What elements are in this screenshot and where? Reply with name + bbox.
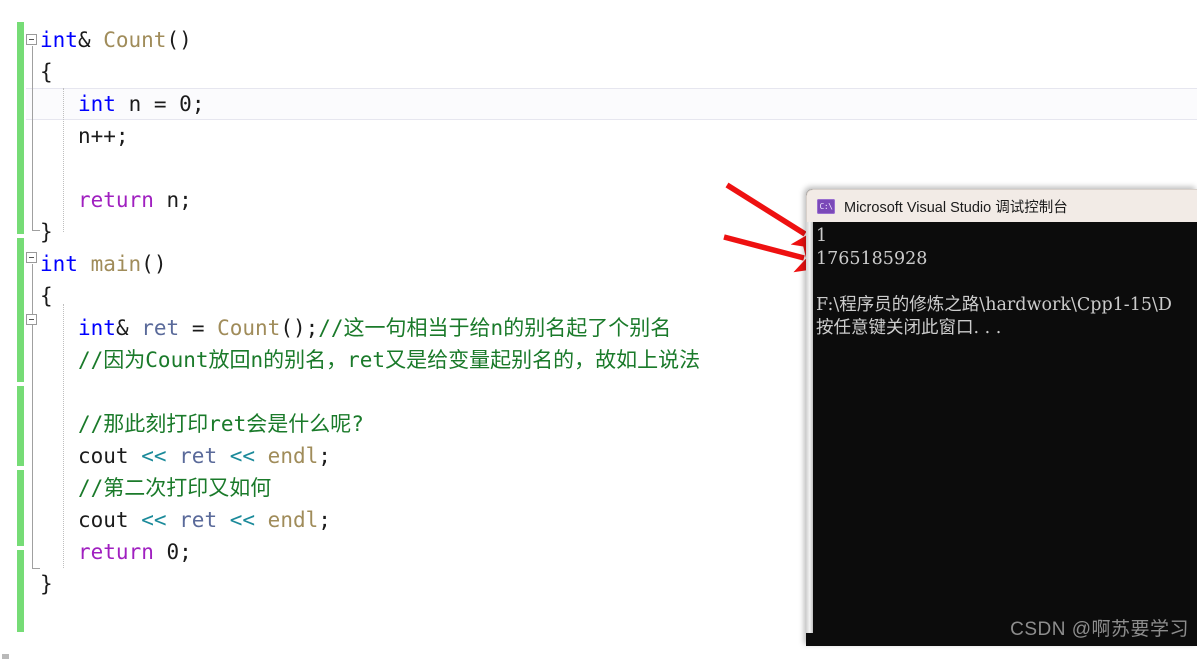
console-line: 按任意键关闭此窗口. . . (816, 318, 1002, 338)
code-token: Count (103, 28, 167, 52)
collapse-toggle-statement[interactable] (26, 314, 37, 325)
code-line[interactable]: int n = 0; (78, 88, 204, 120)
code-token: n = (115, 92, 180, 116)
collapse-toggle-main[interactable] (26, 252, 37, 263)
code-line[interactable]: } (40, 568, 53, 600)
code-token: n++; (78, 124, 129, 148)
stray-mark (2, 654, 9, 659)
code-token: //这一句相当于给n的别名起了个别名 (318, 316, 672, 340)
console-titlebar[interactable]: C:\ Microsoft Visual Studio 调试控制台 (806, 189, 1197, 222)
code-token: () (141, 252, 167, 276)
code-token: int (40, 252, 78, 276)
indent-guide (63, 88, 64, 232)
console-window-edge (806, 222, 813, 633)
code-token: //因为Count放回n的别名，ret又是给变量起别名的，故如上说法 (78, 348, 701, 372)
debug-console-window[interactable]: C:\ Microsoft Visual Studio 调试控制台 1 17651… (806, 189, 1197, 646)
console-line: F:\程序员的修炼之路\hardwork\Cpp1-15\D (816, 295, 1172, 315)
code-line[interactable]: int& Count() (40, 24, 192, 56)
code-token: cout (78, 444, 129, 468)
code-token: cout (78, 508, 129, 532)
change-tracking-bar (17, 386, 24, 466)
code-token: 0 (166, 540, 180, 564)
code-line[interactable]: cout << ret << endl; (78, 440, 331, 472)
code-line[interactable]: { (40, 280, 53, 312)
code-line[interactable] (78, 152, 91, 184)
code-token: } (40, 572, 53, 596)
code-token: //那此刻打印ret会是什么呢? (78, 412, 364, 436)
code-token: main (90, 252, 142, 276)
code-token: endl (267, 444, 319, 468)
code-token: << (128, 444, 180, 468)
code-line[interactable]: //因为Count放回n的别名，ret又是给变量起别名的，故如上说法 (78, 344, 700, 376)
code-line[interactable]: cout << ret << endl; (78, 504, 331, 536)
console-icon: C:\ (817, 198, 835, 214)
code-line[interactable]: int main() (40, 248, 166, 280)
code-line[interactable]: { (40, 56, 53, 88)
code-token: int (78, 316, 116, 340)
code-token: ret (141, 316, 180, 340)
code-token: ; (191, 92, 205, 116)
code-token: //第二次打印又如何 (78, 476, 272, 500)
code-token: Count (217, 316, 281, 340)
code-token: { (40, 284, 53, 308)
code-line[interactable]: return n; (78, 184, 192, 216)
code-token: n; (153, 188, 192, 212)
code-token: ret (179, 508, 218, 532)
console-title-text: Microsoft Visual Studio 调试控制台 (844, 199, 1068, 216)
code-token: int (40, 28, 78, 52)
outline-guide-foot (32, 230, 40, 231)
code-token: ; (318, 444, 331, 468)
code-line[interactable]: //那此刻打印ret会是什么呢? (78, 408, 364, 440)
code-token: = (179, 316, 218, 340)
change-tracking-bar (17, 238, 24, 382)
code-token: 0 (179, 92, 192, 116)
code-token: int (78, 92, 116, 116)
change-tracking-bar (17, 470, 24, 546)
outline-guide (32, 46, 33, 230)
outline-guide-foot (32, 568, 40, 569)
code-token: ret (179, 444, 218, 468)
outline-guide (32, 264, 33, 568)
change-tracking-bar (17, 22, 24, 234)
code-token: return (78, 188, 154, 212)
code-token: ; (179, 540, 192, 564)
code-token: << (217, 508, 268, 532)
code-token: (); (280, 316, 319, 340)
code-line[interactable]: n++; (78, 120, 129, 152)
code-token: & (77, 28, 104, 52)
code-token: { (40, 60, 53, 84)
code-token: endl (267, 508, 319, 532)
code-line[interactable]: } (40, 216, 53, 248)
watermark: CSDN @啊苏要学习 (1010, 619, 1189, 640)
console-line: 1 (816, 226, 828, 246)
code-token: return (78, 540, 154, 564)
change-tracking-bar (17, 550, 24, 632)
code-line[interactable]: int& ret = Count();//这一句相当于给n的别名起了个别名 (78, 312, 671, 344)
code-token: () (166, 28, 192, 52)
code-line[interactable]: return 0; (78, 536, 192, 568)
code-line[interactable] (78, 376, 91, 408)
indent-guide (63, 304, 64, 568)
code-token: } (40, 220, 53, 244)
code-token: << (217, 444, 268, 468)
code-token: ; (318, 508, 331, 532)
code-line[interactable]: //第二次打印又如何 (78, 472, 271, 504)
console-output[interactable]: 1 1765185928 F:\程序员的修炼之路\hardwork\Cpp1-15… (813, 222, 1197, 633)
collapse-toggle-count[interactable] (26, 34, 37, 45)
code-token: << (128, 508, 180, 532)
code-token: & (115, 316, 142, 340)
console-line: 1765185928 (816, 249, 928, 269)
